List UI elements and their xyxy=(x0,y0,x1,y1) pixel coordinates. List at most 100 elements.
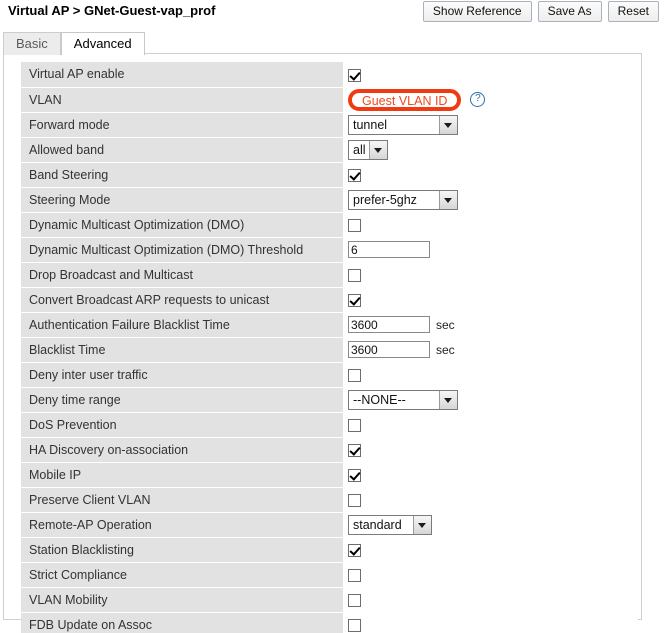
setting-label: Mobile IP xyxy=(21,462,343,487)
setting-checkbox[interactable] xyxy=(348,469,361,482)
vlan-callout: Guest VLAN ID xyxy=(348,89,461,111)
setting-label: VLAN Mobility xyxy=(21,587,343,612)
setting-label: Allowed band xyxy=(21,137,343,162)
setting-checkbox[interactable] xyxy=(348,594,361,607)
setting-label: Band Steering xyxy=(21,162,343,187)
setting-text-input[interactable]: 3600 xyxy=(348,316,430,333)
setting-dropdown-value: prefer-5ghz xyxy=(349,191,439,209)
setting-label: Convert Broadcast ARP requests to unicas… xyxy=(21,287,343,312)
settings-row: Band Steering xyxy=(21,162,638,187)
settings-row: Steering Mode prefer-5ghz xyxy=(21,187,638,212)
setting-label: Dynamic Multicast Optimization (DMO) Thr… xyxy=(21,237,343,262)
setting-label: VLAN xyxy=(21,87,343,112)
settings-row: Virtual AP enable xyxy=(21,62,638,87)
settings-row: VLANGuest VLAN ID? xyxy=(21,87,638,112)
setting-label: Remote-AP Operation xyxy=(21,512,343,537)
setting-dropdown[interactable]: all xyxy=(348,140,388,160)
setting-checkbox[interactable] xyxy=(348,444,361,457)
settings-row: Remote-AP Operationstandard xyxy=(21,512,638,537)
setting-checkbox[interactable] xyxy=(348,544,361,557)
setting-dropdown-value: all xyxy=(349,141,369,159)
setting-control-cell: all xyxy=(343,137,638,162)
settings-row: FDB Update on Assoc xyxy=(21,612,638,633)
setting-checkbox[interactable] xyxy=(348,269,361,282)
setting-checkbox[interactable] xyxy=(348,419,361,432)
chevron-down-icon xyxy=(439,391,457,409)
setting-text-input[interactable]: 6 xyxy=(348,241,430,258)
vlan-field-value[interactable]: Guest VLAN ID xyxy=(362,94,447,108)
tab-bar: Basic Advanced xyxy=(3,32,145,54)
setting-control-cell xyxy=(343,562,638,587)
settings-row: Deny time range--NONE-- xyxy=(21,387,638,412)
setting-label: Preserve Client VLAN xyxy=(21,487,343,512)
setting-checkbox[interactable] xyxy=(348,619,361,632)
setting-label: Virtual AP enable xyxy=(21,62,343,87)
setting-control-cell xyxy=(343,362,638,387)
settings-row: Drop Broadcast and Multicast xyxy=(21,262,638,287)
setting-label: Station Blacklisting xyxy=(21,537,343,562)
reset-button[interactable]: Reset xyxy=(608,1,659,22)
highlight-ring: Guest VLAN ID xyxy=(348,89,461,111)
advanced-settings-panel: Virtual AP enableVLANGuest VLAN ID?Forwa… xyxy=(3,53,642,620)
setting-checkbox[interactable] xyxy=(348,494,361,507)
setting-dropdown[interactable]: tunnel xyxy=(348,115,458,135)
setting-control-cell xyxy=(343,587,638,612)
setting-control-cell xyxy=(343,162,638,187)
setting-text-input[interactable]: 3600 xyxy=(348,341,430,358)
settings-row: DoS Prevention xyxy=(21,412,638,437)
setting-control-cell xyxy=(343,537,638,562)
setting-dropdown[interactable]: prefer-5ghz xyxy=(348,190,458,210)
settings-row: Preserve Client VLAN xyxy=(21,487,638,512)
page-header: Virtual AP > GNet-Guest-vap_prof Show Re… xyxy=(0,0,665,26)
setting-control-cell xyxy=(343,462,638,487)
setting-control-cell xyxy=(343,612,638,633)
setting-control-cell: --NONE-- xyxy=(343,387,638,412)
settings-row: Dynamic Multicast Optimization (DMO) xyxy=(21,212,638,237)
setting-checkbox[interactable] xyxy=(348,219,361,232)
chevron-down-icon xyxy=(369,141,387,159)
chevron-down-icon xyxy=(439,191,457,209)
setting-control-cell: tunnel xyxy=(343,112,638,137)
setting-control-cell: 3600sec xyxy=(343,337,638,362)
setting-control-cell: prefer-5ghz xyxy=(343,187,638,212)
settings-row: Authentication Failure Blacklist Time360… xyxy=(21,312,638,337)
settings-row: Convert Broadcast ARP requests to unicas… xyxy=(21,287,638,312)
settings-row: HA Discovery on-association xyxy=(21,437,638,462)
setting-checkbox[interactable] xyxy=(348,69,361,82)
setting-unit-label: sec xyxy=(436,318,455,332)
setting-label: FDB Update on Assoc xyxy=(21,612,343,633)
setting-control-cell: 6 xyxy=(343,237,638,262)
setting-label: Forward mode xyxy=(21,112,343,137)
setting-checkbox[interactable] xyxy=(348,169,361,182)
setting-checkbox[interactable] xyxy=(348,369,361,382)
tab-advanced[interactable]: Advanced xyxy=(61,32,145,55)
setting-control-cell: standard xyxy=(343,512,638,537)
setting-control-cell xyxy=(343,62,638,87)
setting-dropdown-value: tunnel xyxy=(349,116,439,134)
chevron-down-icon xyxy=(439,116,457,134)
setting-label: Strict Compliance xyxy=(21,562,343,587)
settings-row: Allowed band all xyxy=(21,137,638,162)
setting-label: Deny time range xyxy=(21,387,343,412)
setting-checkbox[interactable] xyxy=(348,294,361,307)
setting-dropdown[interactable]: standard xyxy=(348,515,432,535)
chevron-down-icon xyxy=(413,516,431,534)
virtual-ap-config-page: Virtual AP > GNet-Guest-vap_prof Show Re… xyxy=(0,0,665,633)
header-button-group: Show Reference Save As Reset xyxy=(423,1,659,22)
settings-row: Forward mode tunnel xyxy=(21,112,638,137)
setting-control-cell: Guest VLAN ID? xyxy=(343,87,638,112)
save-as-button[interactable]: Save As xyxy=(538,1,602,22)
setting-checkbox[interactable] xyxy=(348,569,361,582)
settings-row: Dynamic Multicast Optimization (DMO) Thr… xyxy=(21,237,638,262)
help-question-icon[interactable]: ? xyxy=(470,92,485,107)
settings-row: Strict Compliance xyxy=(21,562,638,587)
show-reference-button[interactable]: Show Reference xyxy=(423,1,532,22)
settings-row: Blacklist Time3600sec xyxy=(21,337,638,362)
setting-control-cell xyxy=(343,412,638,437)
tab-basic[interactable]: Basic xyxy=(3,32,61,55)
setting-label: Steering Mode xyxy=(21,187,343,212)
setting-control-cell xyxy=(343,287,638,312)
setting-label: Drop Broadcast and Multicast xyxy=(21,262,343,287)
settings-row: VLAN Mobility xyxy=(21,587,638,612)
setting-dropdown[interactable]: --NONE-- xyxy=(348,390,458,410)
